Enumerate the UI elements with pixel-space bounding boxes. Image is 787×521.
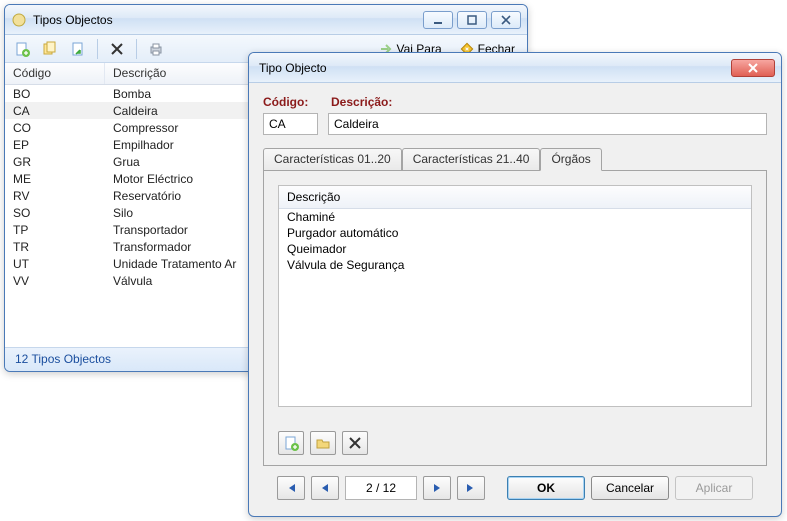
object-type-dialog: Tipo Objecto Código: Descrição: Caracter… — [248, 52, 782, 517]
cancel-button[interactable]: Cancelar — [591, 476, 669, 500]
descricao-input[interactable] — [328, 113, 767, 135]
cell-codigo: ME — [5, 172, 105, 186]
orgaos-delete-button[interactable] — [342, 431, 368, 455]
close-button[interactable] — [491, 11, 521, 29]
column-header-codigo[interactable]: Código — [5, 63, 105, 84]
orgaos-open-button[interactable] — [310, 431, 336, 455]
apply-button[interactable]: Aplicar — [675, 476, 753, 500]
toolbar-separator — [136, 39, 137, 59]
app-icon — [11, 12, 27, 28]
titlebar[interactable]: Tipos Objectos — [5, 5, 527, 35]
cell-codigo: TP — [5, 223, 105, 237]
dialog-title: Tipo Objecto — [255, 61, 731, 75]
tab-orgaos[interactable]: Órgãos — [540, 148, 601, 171]
dialog-titlebar[interactable]: Tipo Objecto — [249, 53, 781, 83]
dialog-bottom-bar: 2 / 12 OK Cancelar Aplicar — [263, 466, 767, 500]
codigo-input[interactable] — [263, 113, 318, 135]
nav-next-button[interactable] — [423, 476, 451, 500]
cell-codigo: RV — [5, 189, 105, 203]
new-button[interactable] — [11, 38, 33, 60]
nav-last-button[interactable] — [457, 476, 485, 500]
orgaos-header[interactable]: Descrição — [279, 186, 751, 209]
cell-codigo: EP — [5, 138, 105, 152]
export-button[interactable] — [67, 38, 89, 60]
nav-prev-button[interactable] — [311, 476, 339, 500]
cell-codigo: CO — [5, 121, 105, 135]
toolbar-separator — [97, 39, 98, 59]
cell-codigo: TR — [5, 240, 105, 254]
cell-codigo: SO — [5, 206, 105, 220]
nav-first-button[interactable] — [277, 476, 305, 500]
print-button[interactable] — [145, 38, 167, 60]
status-text: 12 Tipos Objectos — [15, 352, 111, 366]
cell-codigo: GR — [5, 155, 105, 169]
copy-button[interactable] — [39, 38, 61, 60]
nav-page-indicator[interactable]: 2 / 12 — [345, 476, 417, 500]
list-item[interactable]: Chaminé — [279, 209, 751, 225]
tab-strip: Características 01..20 Características 2… — [263, 148, 767, 171]
tab-caracteristicas-2[interactable]: Características 21..40 — [402, 148, 541, 171]
cell-codigo: UT — [5, 257, 105, 271]
list-item[interactable]: Purgador automático — [279, 225, 751, 241]
maximize-button[interactable] — [457, 11, 487, 29]
cell-codigo: VV — [5, 274, 105, 288]
dialog-close-button[interactable] — [731, 59, 775, 77]
codigo-label: Código: — [263, 95, 313, 109]
list-item[interactable]: Válvula de Segurança — [279, 257, 751, 273]
descricao-label: Descrição: — [331, 95, 392, 109]
orgaos-add-button[interactable] — [278, 431, 304, 455]
orgaos-list[interactable]: Descrição ChaminéPurgador automáticoQuei… — [278, 185, 752, 407]
tab-panel-orgaos: Descrição ChaminéPurgador automáticoQuei… — [263, 170, 767, 466]
delete-button[interactable] — [106, 38, 128, 60]
cell-codigo: CA — [5, 104, 105, 118]
list-item[interactable]: Queimador — [279, 241, 751, 257]
cell-codigo: BO — [5, 87, 105, 101]
ok-button[interactable]: OK — [507, 476, 585, 500]
window-title: Tipos Objectos — [33, 13, 423, 27]
minimize-button[interactable] — [423, 11, 453, 29]
tab-caracteristicas-1[interactable]: Características 01..20 — [263, 148, 402, 171]
